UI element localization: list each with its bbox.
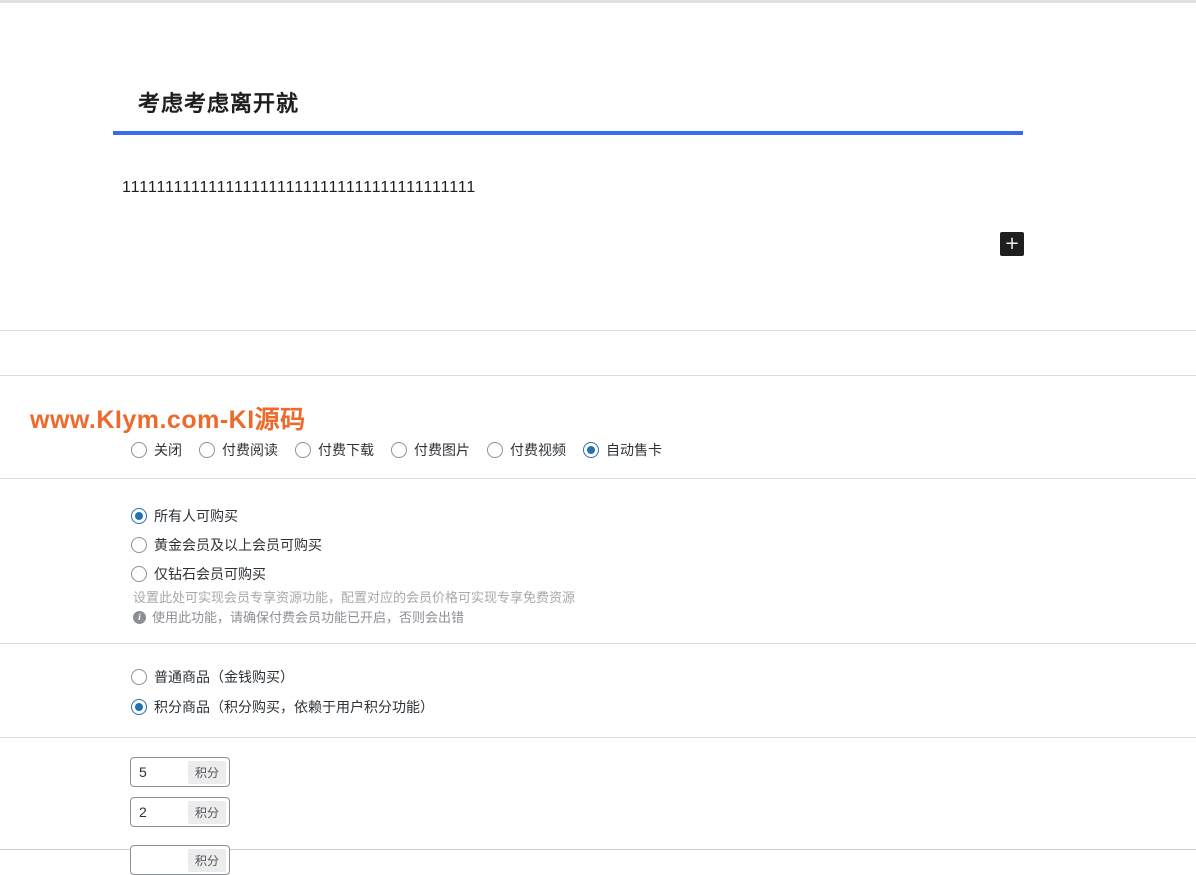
radio-label: 付费阅读 xyxy=(222,442,278,458)
purchase-access-radio-group: 所有人可购买 黄金会员及以上会员可购买 仅钻石会员可购买 xyxy=(131,506,322,584)
radio-icon xyxy=(199,442,215,458)
member-help-text: 设置此处可实现会员专享资源功能，配置对应的会员价格可实现专享免费资源 i 使用此… xyxy=(133,588,575,627)
title-underline xyxy=(113,131,1023,135)
radio-label: 积分商品（积分购买，依赖于用户积分功能） xyxy=(154,699,434,715)
radio-pay-type-close[interactable]: 关闭 xyxy=(131,440,182,460)
radio-access-everyone[interactable]: 所有人可购买 xyxy=(131,506,322,526)
help-line-2-text: 使用此功能，请确保付费会员功能已开启，否则会出错 xyxy=(152,610,465,625)
radio-icon xyxy=(131,537,147,553)
help-line-2: i 使用此功能，请确保付费会员功能已开启，否则会出错 xyxy=(133,608,575,627)
points-price-input-2[interactable] xyxy=(139,804,188,820)
radio-label: 普通商品（金钱购买） xyxy=(154,669,294,685)
points-price-input-1[interactable] xyxy=(139,764,188,780)
radio-pay-type-paid-download[interactable]: 付费下载 xyxy=(295,440,374,460)
watermark-text: www.KIym.com-KI源码 xyxy=(30,406,306,434)
divider xyxy=(0,643,1196,644)
product-type-radio-group: 普通商品（金钱购买） 积分商品（积分购买，依赖于用户积分功能） xyxy=(131,667,434,717)
radio-label: 付费图片 xyxy=(414,442,470,458)
radio-pay-type-paid-read[interactable]: 付费阅读 xyxy=(199,440,278,460)
points-price-input-3[interactable] xyxy=(139,852,188,868)
help-line-1: 设置此处可实现会员专享资源功能，配置对应的会员价格可实现专享免费资源 xyxy=(133,590,576,605)
points-price-field-3: 积分 xyxy=(130,845,230,875)
radio-icon xyxy=(131,508,147,524)
radio-product-points[interactable]: 积分商品（积分购买，依赖于用户积分功能） xyxy=(131,697,434,717)
radio-icon xyxy=(391,442,407,458)
radio-icon xyxy=(295,442,311,458)
top-border-strip xyxy=(0,0,1196,3)
radio-icon xyxy=(583,442,599,458)
radio-pay-type-paid-video[interactable]: 付费视频 xyxy=(487,440,566,460)
radio-icon xyxy=(487,442,503,458)
pay-type-radio-group: 关闭 付费阅读 付费下载 付费图片 付费视频 自动售卡 xyxy=(131,440,662,460)
radio-label: 付费视频 xyxy=(510,442,566,458)
radio-label: 付费下载 xyxy=(318,442,374,458)
radio-access-gold-member[interactable]: 黄金会员及以上会员可购买 xyxy=(131,535,322,555)
radio-label: 自动售卡 xyxy=(606,442,662,458)
divider xyxy=(0,330,1196,331)
radio-pay-type-auto-card[interactable]: 自动售卡 xyxy=(583,440,662,460)
radio-access-diamond-member[interactable]: 仅钻石会员可购买 xyxy=(131,564,322,584)
points-price-field-2: 积分 xyxy=(130,797,230,827)
radio-icon xyxy=(131,566,147,582)
radio-icon xyxy=(131,699,147,715)
radio-label: 关闭 xyxy=(154,442,182,458)
points-suffix-label: 积分 xyxy=(187,760,226,784)
add-block-button[interactable]: + xyxy=(1000,232,1024,256)
points-suffix-label: 积分 xyxy=(187,800,226,824)
radio-label: 黄金会员及以上会员可购买 xyxy=(154,537,322,553)
radio-icon xyxy=(131,669,147,685)
radio-icon xyxy=(131,442,147,458)
radio-pay-type-paid-image[interactable]: 付费图片 xyxy=(391,440,470,460)
radio-product-normal[interactable]: 普通商品（金钱购买） xyxy=(131,667,434,687)
post-title[interactable]: 考虑考虑离开就 xyxy=(138,86,299,118)
divider xyxy=(0,478,1196,479)
divider xyxy=(0,737,1196,738)
radio-label: 所有人可购买 xyxy=(154,508,238,524)
radio-label: 仅钻石会员可购买 xyxy=(154,566,266,582)
divider xyxy=(0,375,1196,376)
info-icon: i xyxy=(133,611,146,624)
points-price-field-1: 积分 xyxy=(130,757,230,787)
post-body-text[interactable]: 1111111111111111111111111111111111111111… xyxy=(122,179,476,197)
